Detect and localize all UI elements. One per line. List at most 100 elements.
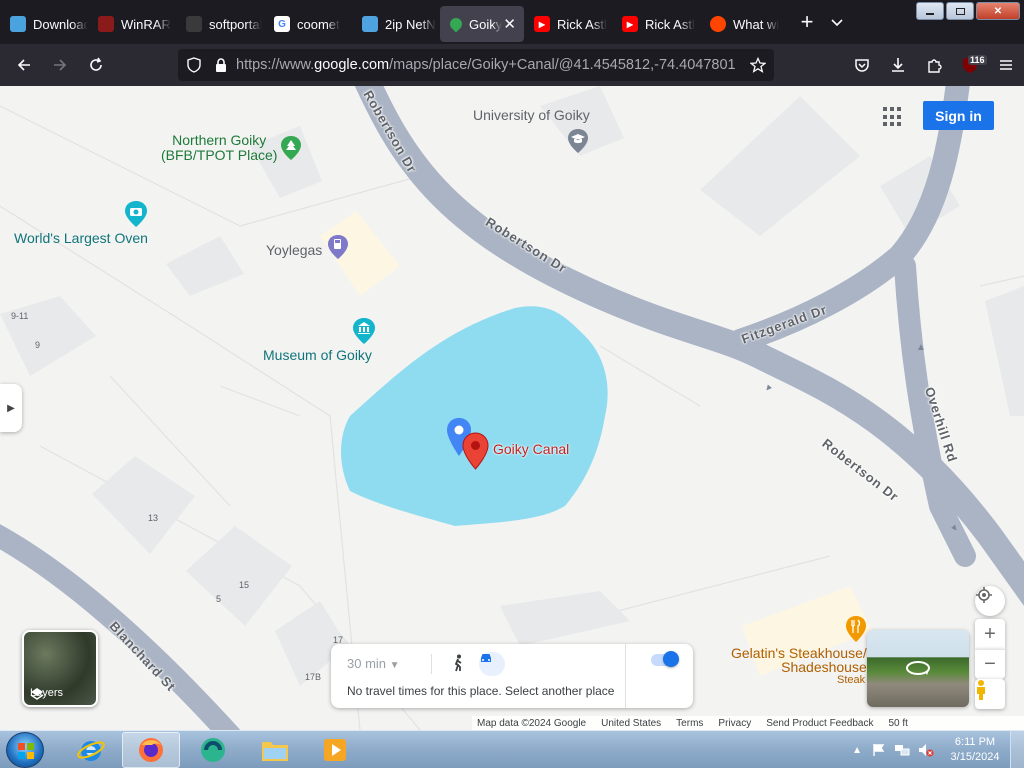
scale-label[interactable]: 50 ft (889, 718, 908, 729)
poi-label-northern-goiky[interactable]: Northern Goiky (BFB/TPOT Place) (161, 133, 277, 163)
camera-icon[interactable] (124, 200, 148, 228)
browser-tab[interactable]: softportal (176, 6, 264, 42)
pocket-button[interactable] (844, 49, 880, 81)
app-menu-button[interactable] (988, 49, 1024, 81)
extension-badge: 116 (968, 55, 987, 65)
poi-label-gelatins-steakhouse[interactable]: Gelatin's Steakhouse/ Shadeshouse (731, 646, 867, 674)
my-location-button[interactable] (975, 586, 1005, 616)
layers-icon (30, 688, 44, 700)
browser-tab[interactable]: ▶ Rick Astl (524, 6, 612, 42)
tab-title: Download (33, 16, 88, 32)
layers-button[interactable]: Layers (22, 630, 98, 707)
restaurant-icon[interactable] (845, 615, 867, 643)
car-icon (481, 654, 491, 662)
lock-icon[interactable] (214, 57, 228, 73)
walking-mode-button[interactable] (451, 654, 471, 674)
volume-muted-icon[interactable] (918, 743, 934, 757)
apps-grid-dot (883, 122, 887, 127)
2ip-favicon (362, 16, 378, 32)
address-label: 9-11 (11, 311, 29, 321)
browser-tab[interactable]: Goiky ✕ (440, 6, 524, 42)
zoom-in-button[interactable]: + (975, 619, 1005, 649)
apps-grid-dot (897, 122, 901, 127)
google-apps-button[interactable] (880, 104, 906, 130)
taskbar-file-explorer[interactable] (246, 732, 304, 768)
media-player-icon (324, 739, 346, 761)
country-link[interactable]: United States (601, 718, 661, 729)
close-window-button[interactable]: ✕ (976, 2, 1020, 20)
map-canvas[interactable]: Robertson Dr Robertson Dr Robertson Dr F… (0, 86, 1024, 730)
driving-mode-button[interactable] (479, 652, 505, 676)
poi-label-university[interactable]: University of Goiky (473, 107, 590, 123)
browser-tab[interactable]: WinRAR (88, 6, 176, 42)
url-text[interactable]: https://www.google.com/maps/place/Goiky+… (236, 57, 736, 73)
tab-title: 2ip NetN (385, 16, 436, 32)
minus-icon: − (984, 653, 996, 675)
shield-icon[interactable] (186, 57, 202, 73)
taskbar-internet-explorer[interactable] (62, 732, 120, 768)
travel-time-dropdown[interactable]: 30 min ▼ (347, 656, 400, 671)
taskbar-clock[interactable]: 6:11 PM 3/15/2024 (940, 735, 1010, 765)
park-icon[interactable] (280, 135, 302, 161)
toggle-knob[interactable] (663, 651, 679, 667)
downloads-button[interactable] (880, 49, 916, 81)
download-icon (892, 58, 904, 72)
tab-title: Rick Astl (645, 16, 695, 32)
poi-label-museum-of-goiky[interactable]: Museum of Goiky (263, 347, 372, 363)
minimize-button[interactable] (916, 2, 944, 20)
gas-station-icon[interactable] (327, 234, 349, 260)
send-feedback-link[interactable]: Send Product Feedback (766, 718, 873, 729)
close-tab-button[interactable]: ✕ (503, 15, 516, 33)
restore-button[interactable] (946, 2, 974, 20)
tab-strip: Download WinRAR softportal Gcoomet 2ip NetN G… (0, 0, 788, 44)
address-label: 5 (216, 594, 222, 604)
new-tab-button[interactable]: + (792, 7, 822, 37)
back-button[interactable] (6, 49, 42, 81)
zoom-out-button[interactable]: − (975, 649, 1005, 679)
divider (625, 644, 626, 708)
browser-tab[interactable]: Gcoomet (264, 6, 352, 42)
pegman-button[interactable] (975, 679, 1005, 709)
softportal-favicon (186, 16, 202, 32)
taskbar-firefox[interactable] (122, 732, 180, 768)
poi-label-yoylegas[interactable]: Yoylegas (266, 242, 322, 258)
museum-icon[interactable] (352, 317, 376, 345)
show-desktop-button[interactable] (1010, 731, 1024, 768)
place-marker-pin-icon[interactable] (462, 432, 489, 470)
canal-water[interactable] (341, 306, 608, 526)
start-button[interactable] (6, 732, 44, 768)
sign-in-button[interactable]: Sign in (923, 101, 994, 130)
travel-time-value: 30 min (347, 656, 387, 671)
browser-tab[interactable]: What wi (700, 6, 788, 42)
taskbar-media-player[interactable] (306, 732, 364, 768)
window-controls: ✕ (916, 2, 1020, 20)
network-icon[interactable] (894, 743, 910, 757)
bookmark-star-icon[interactable] (750, 57, 766, 73)
extensions-button[interactable] (916, 49, 952, 81)
reload-button[interactable] (78, 49, 114, 81)
street-view-thumbnail[interactable] (867, 630, 969, 707)
terms-link[interactable]: Terms (676, 718, 703, 729)
divider (431, 654, 432, 674)
taskbar-app-circle[interactable] (184, 732, 242, 768)
action-center-flag-icon[interactable] (872, 743, 886, 757)
browser-tab[interactable]: ▶ Rick Astl (612, 6, 700, 42)
expand-side-panel-button[interactable]: ▶ (0, 384, 22, 432)
show-hidden-icons-arrow[interactable]: ▲ (852, 745, 862, 756)
navigation-toolbar: https://www.google.com/maps/place/Goiky+… (0, 44, 1024, 86)
browser-tab[interactable]: 2ip NetN (352, 6, 440, 42)
forward-button[interactable] (42, 49, 78, 81)
address-bar[interactable]: https://www.google.com/maps/place/Goiky+… (178, 49, 774, 81)
internet-explorer-icon (77, 741, 105, 761)
ublock-extension-button[interactable]: 116 (952, 49, 988, 81)
place-label-goiky-canal[interactable]: Goiky Canal (493, 441, 569, 457)
browser-tab[interactable]: Download (0, 6, 88, 42)
school-icon[interactable] (567, 128, 589, 154)
privacy-link[interactable]: Privacy (718, 718, 751, 729)
forward-arrow-icon (54, 59, 67, 71)
poi-label-worlds-largest-oven[interactable]: World's Largest Oven (14, 230, 148, 246)
walking-icon (454, 654, 462, 672)
windows-taskbar: ▲ 6:11 PM 3/15/2024 (0, 730, 1024, 768)
one-way-arrow-icon: ▲ (916, 342, 926, 353)
list-all-tabs-button[interactable] (822, 7, 852, 37)
